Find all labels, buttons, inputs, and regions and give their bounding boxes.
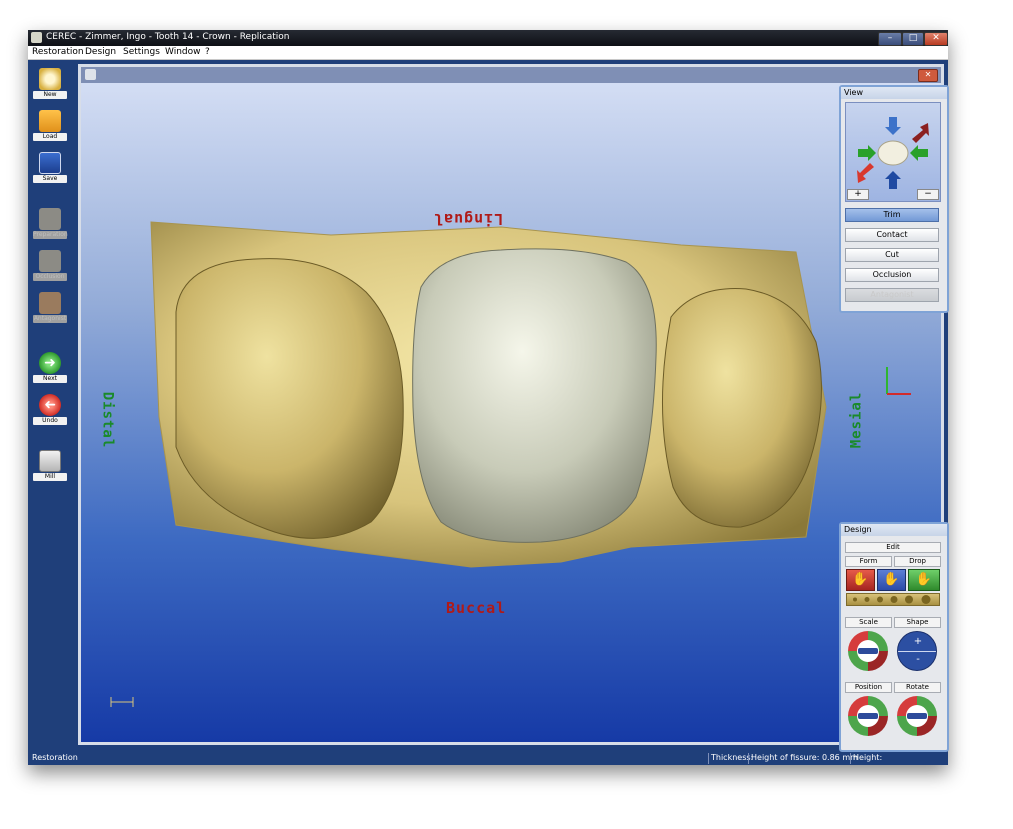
view-panel-title: View xyxy=(841,87,947,99)
view-diagonal-top-arrow-icon[interactable] xyxy=(912,123,929,143)
status-thickness: Thickness: xyxy=(708,753,753,764)
shape-header: Shape xyxy=(894,617,941,628)
view-from-top-arrow-icon[interactable] xyxy=(885,117,901,135)
dental-model[interactable] xyxy=(81,67,941,742)
antagonist-label: Antagonist xyxy=(33,315,67,323)
distal-tooth xyxy=(175,258,404,539)
antagonist-button[interactable]: Antagonist xyxy=(33,292,67,323)
next-label: Next xyxy=(33,375,67,383)
model-viewport[interactable]: ✕ Lingual Buccal Distal Mesial xyxy=(78,64,944,745)
form-header: Form xyxy=(845,556,892,567)
design-panel-title: Design xyxy=(841,524,947,536)
load-button[interactable]: Load xyxy=(33,110,67,141)
occlusion-view-button[interactable]: Occlusion xyxy=(845,268,939,282)
scale-control-icon[interactable] xyxy=(848,631,888,671)
scale-control-bar xyxy=(858,648,878,654)
close-button[interactable]: ✕ xyxy=(924,32,948,46)
view-from-bottom-arrow-icon[interactable] xyxy=(885,171,901,189)
preparation-scan-icon xyxy=(39,208,61,230)
view-arrows xyxy=(857,117,929,189)
crown-restoration[interactable] xyxy=(412,248,657,543)
position-header: Position xyxy=(845,682,892,693)
app-icon xyxy=(31,32,42,43)
zoom-out-button[interactable]: − xyxy=(917,189,939,200)
view-orientation-widget[interactable]: + − xyxy=(845,102,941,202)
trim-button[interactable]: Trim xyxy=(845,208,939,222)
mill-icon xyxy=(39,450,61,472)
mill-button[interactable]: Mill xyxy=(33,450,67,481)
scale-header: Scale xyxy=(845,617,892,628)
save-button[interactable]: Save xyxy=(33,152,67,183)
zoom-in-button[interactable]: + xyxy=(847,189,869,200)
form-intensity-slider[interactable] xyxy=(846,593,940,606)
form-remove-hand-icon[interactable]: ✋ xyxy=(877,569,906,591)
left-toolbar: New Load Save Preparation Occlusion Anta… xyxy=(28,60,76,752)
menu-bar: Restoration Design Settings Window ? xyxy=(28,46,948,60)
next-button[interactable]: ➜ Next xyxy=(33,352,67,383)
undo-button[interactable]: ➜ Undo xyxy=(33,394,67,425)
lingual-label: Lingual xyxy=(433,210,504,228)
window-title: CEREC - Zimmer, Ingo - Tooth 14 - Crown … xyxy=(46,32,290,42)
position-control-bar xyxy=(858,713,878,719)
antagonist-scan-icon xyxy=(39,292,61,314)
new-label: New xyxy=(33,91,67,99)
preparation-button[interactable]: Preparation xyxy=(33,208,68,239)
occlusion-button[interactable]: Occlusion xyxy=(33,250,67,281)
view-from-right-arrow-icon[interactable] xyxy=(910,145,928,161)
rotate-header: Rotate xyxy=(894,682,941,693)
intensity-dots xyxy=(853,595,931,604)
view-diagonal-bottom-arrow-icon[interactable] xyxy=(857,163,874,183)
status-height: Height: xyxy=(850,753,882,764)
mill-label: Mill xyxy=(33,473,67,481)
menu-settings[interactable]: Settings xyxy=(123,47,160,57)
floppy-disk-icon xyxy=(39,152,61,174)
edit-header: Edit xyxy=(845,542,941,553)
cut-button[interactable]: Cut xyxy=(845,248,939,262)
menu-restoration[interactable]: Restoration xyxy=(32,47,84,57)
status-bar: Restoration Thickness: Height of fissure… xyxy=(28,752,948,765)
rotate-control-bar xyxy=(907,713,927,719)
shape-control-icon[interactable]: + - xyxy=(897,631,937,671)
next-arrow-icon: ➜ xyxy=(39,352,61,374)
shape-divider xyxy=(898,651,936,652)
occlusion-label: Occlusion xyxy=(33,273,67,281)
menu-design[interactable]: Design xyxy=(85,47,116,57)
design-panel: Design Edit Form Drop ✋ ✋ ✋ Scale Shape … xyxy=(839,522,949,752)
drop-header: Drop xyxy=(894,556,941,567)
buccal-label: Buccal xyxy=(446,599,507,617)
tooth-new-icon xyxy=(39,68,61,90)
scale-marker xyxy=(110,697,134,707)
undo-label: Undo xyxy=(33,417,67,425)
occlusion-scan-icon xyxy=(39,250,61,272)
antagonist-view-button[interactable]: Antagonist xyxy=(845,288,939,302)
form-smooth-hand-icon[interactable]: ✋ xyxy=(908,569,940,591)
tooth-preview-icon[interactable] xyxy=(877,140,909,166)
shape-plus[interactable]: + xyxy=(898,636,936,647)
menu-help[interactable]: ? xyxy=(205,47,210,57)
save-label: Save xyxy=(33,175,67,183)
status-fissure-height: Height of fissure: 0.86 mm xyxy=(748,753,858,764)
undo-arrow-icon: ➜ xyxy=(39,394,61,416)
shape-minus[interactable]: - xyxy=(898,654,936,665)
status-mode: Restoration xyxy=(32,753,78,762)
minimize-button[interactable]: – xyxy=(878,32,902,46)
load-label: Load xyxy=(33,133,67,141)
preparation-label: Preparation xyxy=(33,231,68,239)
position-control-icon[interactable] xyxy=(848,696,888,736)
view-panel: View + − Trim Contact Cut Occlusion Anta… xyxy=(839,85,949,313)
contact-button[interactable]: Contact xyxy=(845,228,939,242)
new-button[interactable]: New xyxy=(33,68,67,99)
rotate-control-icon[interactable] xyxy=(897,696,937,736)
distal-label: Distal xyxy=(99,391,116,449)
menu-window[interactable]: Window xyxy=(165,47,201,57)
mesial-label: Mesial xyxy=(848,391,865,449)
maximize-button[interactable]: □ xyxy=(902,32,924,46)
folder-open-icon xyxy=(39,110,61,132)
axis-indicator xyxy=(886,367,911,395)
title-bar: CEREC - Zimmer, Ingo - Tooth 14 - Crown … xyxy=(28,30,948,46)
view-from-left-arrow-icon[interactable] xyxy=(858,145,876,161)
application-window: CEREC - Zimmer, Ingo - Tooth 14 - Crown … xyxy=(28,30,948,765)
form-add-hand-icon[interactable]: ✋ xyxy=(846,569,875,591)
